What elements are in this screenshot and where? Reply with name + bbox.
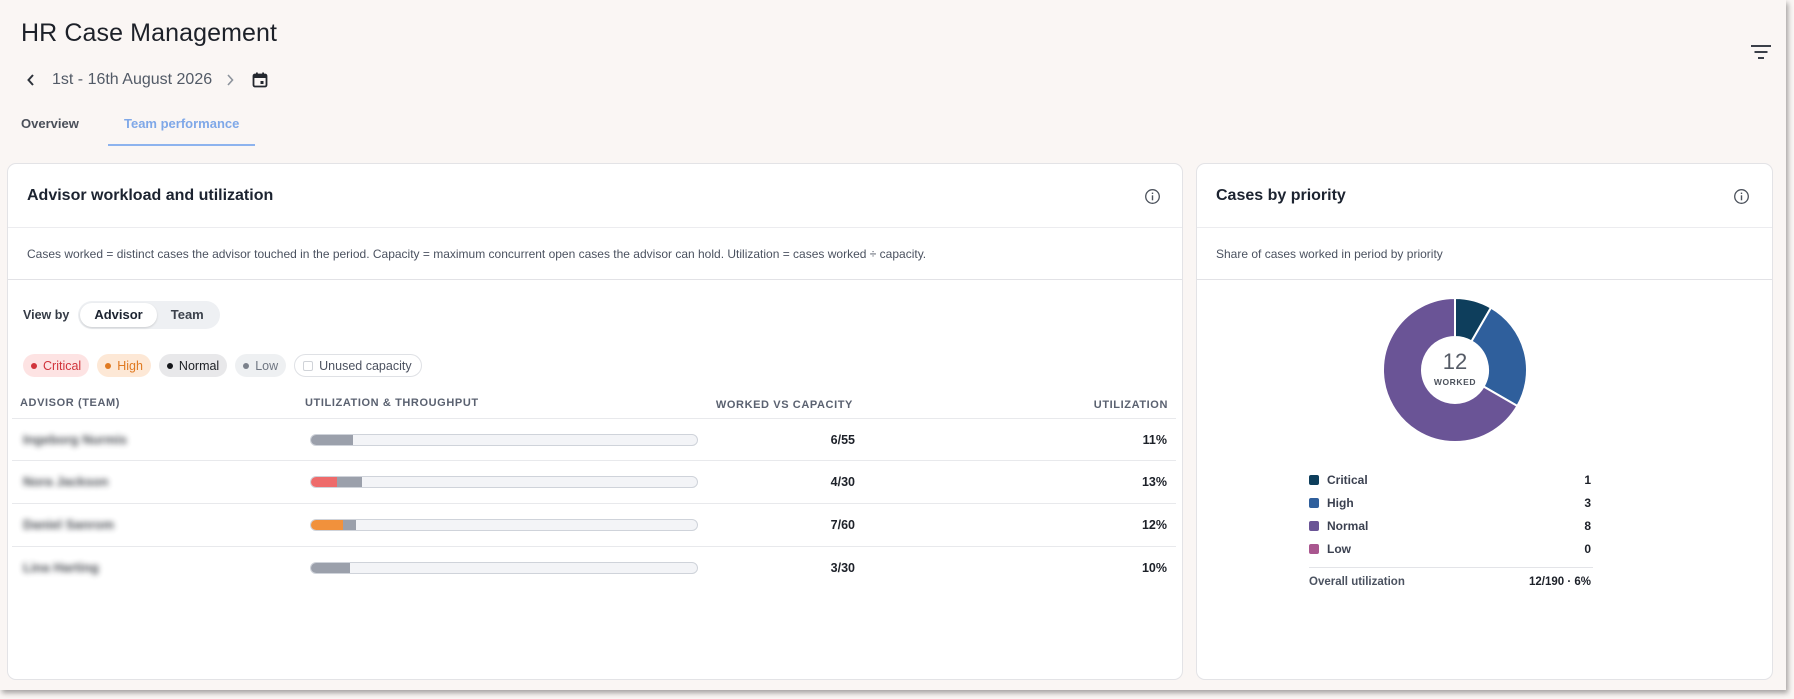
donut-center-label: WORKED bbox=[1433, 377, 1477, 387]
overall-utilization-row: Overall utilization 12/190 · 6% bbox=[1309, 568, 1593, 594]
cases-by-priority-card: Cases by priority Share of cases worked … bbox=[1196, 163, 1773, 680]
low-dot-icon bbox=[243, 362, 250, 369]
utilization-bar bbox=[310, 562, 698, 574]
normal-swatch-icon bbox=[1309, 521, 1319, 531]
worked-vs-capacity: 6/55 bbox=[830, 433, 855, 447]
legend-item-high[interactable]: High 3 bbox=[1309, 492, 1593, 515]
utilization-bar bbox=[310, 519, 698, 531]
chip-label: Low bbox=[255, 358, 279, 373]
legend-item-normal[interactable]: Normal 8 bbox=[1309, 515, 1593, 538]
critical-dot-icon bbox=[31, 362, 37, 369]
worked-vs-capacity: 7/60 bbox=[830, 518, 855, 532]
column-header-utilization: UTILIZATION bbox=[1093, 399, 1168, 411]
priority-donut-chart: 12 WORKED bbox=[1375, 290, 1535, 450]
tab-bar: Overview Team performance bbox=[21, 113, 256, 146]
donut-center-value: 12 bbox=[1442, 349, 1468, 374]
legend-value: 8 bbox=[1584, 519, 1591, 533]
utilization-value: 12% bbox=[1141, 518, 1167, 532]
advisor-table-body: Ingeborg Nurmis 6/55 11% Nora Jackson 4/… bbox=[12, 418, 1176, 589]
normal-dot-icon bbox=[166, 362, 173, 369]
chevron-right-icon[interactable] bbox=[223, 71, 237, 89]
low-swatch-icon bbox=[1309, 544, 1319, 554]
view-by-control: View by Advisor Team bbox=[23, 301, 220, 329]
column-header-advisor: ADVISOR (TEAM) bbox=[20, 397, 121, 409]
chip-label: Unused capacity bbox=[319, 358, 412, 373]
legend-value: 0 bbox=[1584, 542, 1591, 556]
overall-utilization-label: Overall utilization bbox=[1309, 576, 1405, 588]
advisor-name: Lina Harting bbox=[23, 560, 99, 575]
legend-label: Critical bbox=[1327, 473, 1368, 487]
chip-low[interactable]: Low bbox=[235, 354, 287, 377]
view-by-advisor-button[interactable]: Advisor bbox=[80, 303, 157, 327]
bar-segment-high bbox=[311, 520, 344, 530]
chevron-left-icon[interactable] bbox=[24, 71, 38, 89]
advisor-name: Daniel Sanrom bbox=[23, 517, 115, 532]
utilization-bar bbox=[310, 434, 698, 446]
tab-team-performance[interactable]: Team performance bbox=[108, 113, 256, 146]
worked-vs-capacity: 4/30 bbox=[830, 475, 855, 489]
table-row[interactable]: Daniel Sanrom 7/60 12% bbox=[12, 503, 1176, 546]
info-icon[interactable] bbox=[1733, 188, 1750, 205]
card-title: Advisor workload and utilization bbox=[27, 187, 274, 204]
card-header: Advisor workload and utilization bbox=[8, 164, 1182, 228]
table-row[interactable]: Lina Harting 3/30 10% bbox=[12, 546, 1176, 589]
high-swatch-icon bbox=[1309, 498, 1319, 508]
chip-critical[interactable]: Critical bbox=[23, 354, 90, 377]
bar-segment-normal bbox=[311, 435, 354, 445]
utilization-value: 11% bbox=[1142, 433, 1167, 447]
description-text: Share of cases worked in period by prior… bbox=[1216, 247, 1443, 261]
description-text: Cases worked = distinct cases the adviso… bbox=[27, 247, 927, 261]
unused-box-icon bbox=[303, 360, 314, 371]
app-window: HR Case Management 1st - 16th August 202… bbox=[0, 0, 1786, 690]
advisor-name: Ingeborg Nurmis bbox=[23, 432, 128, 447]
card-header: Cases by priority bbox=[1197, 164, 1772, 228]
high-dot-icon bbox=[105, 362, 112, 369]
chip-label: Normal bbox=[178, 358, 220, 373]
card-description: Cases worked = distinct cases the adviso… bbox=[8, 228, 1182, 280]
filter-icon[interactable] bbox=[1748, 42, 1774, 62]
card-description: Share of cases worked in period by prior… bbox=[1197, 228, 1772, 280]
column-header-worked-vs-capacity: WORKED VS CAPACITY bbox=[715, 399, 853, 411]
view-by-segmented: Advisor Team bbox=[78, 301, 220, 329]
legend-label: Normal bbox=[1327, 519, 1369, 533]
priority-legend-chips: Critical High Normal Low Unused capacity bbox=[23, 354, 430, 377]
overall-utilization-value: 12/190 · 6% bbox=[1528, 576, 1591, 588]
donut-center: 12 WORKED bbox=[1375, 290, 1535, 450]
chip-label: High bbox=[117, 358, 143, 373]
table-row[interactable]: Nora Jackson 4/30 13% bbox=[12, 460, 1176, 503]
advisor-workload-card: Advisor workload and utilization Cases w… bbox=[7, 163, 1183, 680]
calendar-icon[interactable] bbox=[251, 71, 269, 89]
view-by-label: View by bbox=[23, 308, 70, 322]
priority-legend: Critical 1 High 3 Normal 8 Low 0 Overall… bbox=[1309, 469, 1593, 594]
advisor-name: Nora Jackson bbox=[23, 474, 109, 489]
worked-vs-capacity: 3/30 bbox=[830, 561, 855, 575]
column-header-utilization-throughput: UTILIZATION & THROUGHPUT bbox=[305, 397, 479, 409]
chip-label: Critical bbox=[43, 358, 82, 373]
table-row[interactable]: Ingeborg Nurmis 6/55 11% bbox=[12, 418, 1176, 460]
utilization-value: 13% bbox=[1141, 475, 1167, 489]
legend-label: Low bbox=[1327, 542, 1351, 556]
tab-overview[interactable]: Overview bbox=[21, 113, 91, 146]
legend-label: High bbox=[1327, 496, 1354, 510]
legend-item-low[interactable]: Low 0 bbox=[1309, 538, 1593, 561]
utilization-value: 10% bbox=[1141, 561, 1167, 575]
view-by-team-button[interactable]: Team bbox=[157, 303, 218, 327]
bar-segment-normal bbox=[311, 563, 350, 573]
chip-normal[interactable]: Normal bbox=[158, 354, 228, 377]
legend-item-critical[interactable]: Critical 1 bbox=[1309, 469, 1593, 492]
critical-swatch-icon bbox=[1309, 475, 1319, 485]
chip-high[interactable]: High bbox=[97, 354, 151, 377]
chip-unused-capacity[interactable]: Unused capacity bbox=[294, 354, 422, 377]
bar-segment-normal bbox=[343, 520, 357, 530]
bar-segment-critical bbox=[311, 477, 337, 487]
utilization-bar bbox=[310, 476, 698, 488]
bar-segment-normal bbox=[336, 477, 363, 487]
legend-value: 3 bbox=[1584, 496, 1591, 510]
date-range-text: 1st - 16th August 2026 bbox=[52, 71, 213, 88]
card-title: Cases by priority bbox=[1216, 187, 1346, 204]
legend-value: 1 bbox=[1584, 473, 1591, 487]
page-title: HR Case Management bbox=[21, 19, 278, 47]
date-range-picker: 1st - 16th August 2026 bbox=[24, 69, 269, 91]
info-icon[interactable] bbox=[1144, 188, 1161, 205]
